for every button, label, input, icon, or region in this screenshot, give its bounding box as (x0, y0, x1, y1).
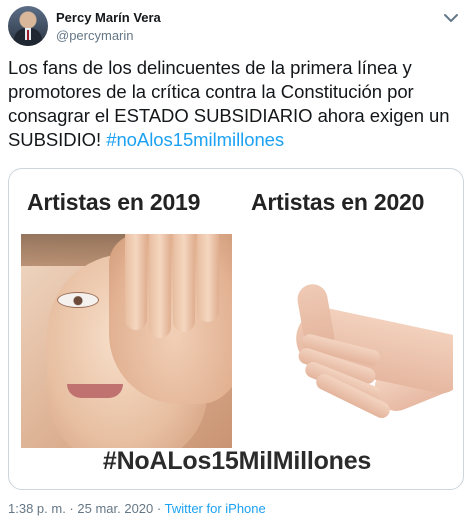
photo-finger (149, 234, 171, 338)
meme-photo-left (21, 234, 232, 448)
chevron-down-icon[interactable] (439, 8, 463, 28)
photo-finger (173, 234, 195, 332)
photo-eye (57, 292, 99, 308)
meme-photo-right (243, 234, 453, 448)
user-avatar[interactable] (8, 6, 48, 46)
tweet-media[interactable]: Artistas en 2019 Artistas en 2020 #NoALo… (8, 168, 464, 490)
tweet-hashtag[interactable]: #noAlos15milmillones (106, 129, 284, 150)
author-handle[interactable]: @percymarin (56, 28, 134, 43)
meta-separator: · (65, 501, 78, 516)
meme-label-left: Artistas en 2019 (27, 189, 201, 215)
meme-image: Artistas en 2019 Artistas en 2020 #NoALo… (21, 177, 453, 483)
tweet: Percy Marín Vera @percymarin Los fans de… (0, 0, 471, 521)
tweet-text: Los fans de los delincuentes de la prime… (8, 56, 460, 152)
photo-finger (197, 234, 219, 322)
meta-separator: · (153, 501, 165, 516)
tweet-source[interactable]: Twitter for iPhone (165, 501, 266, 516)
author-display-name[interactable]: Percy Marín Vera (56, 10, 161, 25)
photo-mouth (67, 384, 123, 398)
photo-finger (125, 234, 147, 330)
tweet-time[interactable]: 1:38 p. m. (8, 501, 66, 516)
meme-label-right: Artistas en 2020 (251, 189, 425, 215)
tweet-meta: 1:38 p. m. · 25 mar. 2020 · Twitter for … (8, 501, 266, 516)
avatar-tie (27, 30, 29, 40)
meme-bottom-caption: #NoALos15MilMillones (102, 447, 372, 475)
tweet-header: Percy Marín Vera @percymarin (8, 6, 463, 50)
tweet-date[interactable]: 25 mar. 2020 (77, 501, 153, 516)
